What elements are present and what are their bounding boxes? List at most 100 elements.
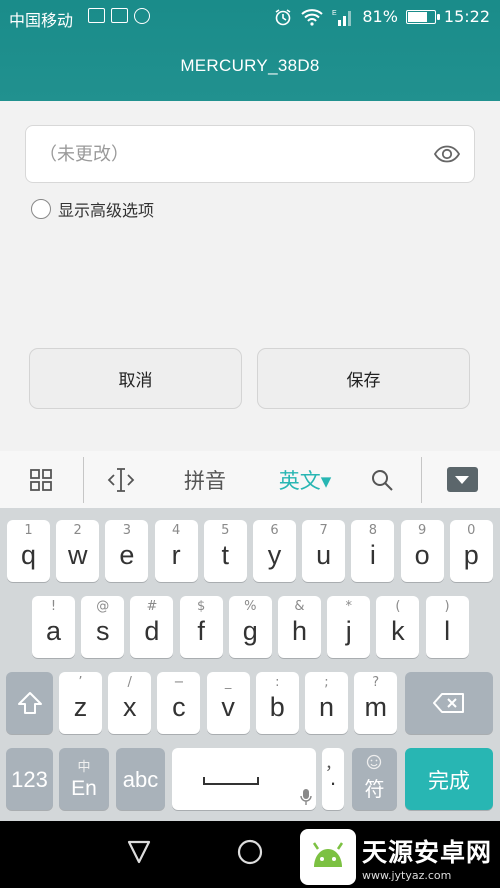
notification-icons xyxy=(88,8,150,24)
key-char: p xyxy=(463,540,479,570)
key-r[interactable]: 4r xyxy=(154,520,198,582)
ime-menu-button[interactable] xyxy=(20,451,62,508)
key-hint: # xyxy=(146,599,158,614)
english-tab[interactable]: 英文▾ xyxy=(268,451,342,508)
punctuation-key[interactable]: ， · xyxy=(322,748,344,810)
key-a[interactable]: ! a xyxy=(32,596,75,658)
hide-keyboard-button[interactable] xyxy=(446,451,478,508)
key-hint: @ xyxy=(96,599,110,614)
key-f[interactable]: $ f xyxy=(179,596,223,658)
key-hint: ! xyxy=(50,599,57,614)
space-key[interactable] xyxy=(172,748,316,810)
cancel-button[interactable]: 取消 xyxy=(29,348,242,409)
shift-key[interactable] xyxy=(6,672,53,734)
watermark-name: 天源安卓网 xyxy=(362,837,493,867)
ime-toolbar: 拼音 英文▾ xyxy=(0,451,500,508)
grid-icon xyxy=(30,468,52,491)
soft-keyboard: 123 中 En abc ， · 符 完成 1q2w3e4r5t6y7u8i9o… xyxy=(0,508,500,821)
key-g[interactable]: % g xyxy=(228,596,272,658)
cursor-icon xyxy=(107,467,135,492)
key-hint: 6 xyxy=(270,523,279,538)
advanced-options-radio[interactable] xyxy=(31,199,51,219)
key-w[interactable]: 2w xyxy=(56,520,100,582)
password-field[interactable] xyxy=(25,125,475,183)
key-hint: $ xyxy=(196,599,206,614)
key-char: w xyxy=(67,540,88,570)
key-u[interactable]: 7u xyxy=(302,520,346,582)
key-b[interactable]: :b xyxy=(255,672,299,734)
battery-level xyxy=(407,11,428,22)
key-hint: ) xyxy=(444,599,450,614)
pinyin-tab[interactable]: 拼音 xyxy=(170,451,240,508)
key-k[interactable]: (k xyxy=(376,596,420,658)
delete-key[interactable] xyxy=(405,672,493,734)
key-p[interactable]: 0p xyxy=(449,520,493,582)
key-hint: 7 xyxy=(319,523,328,538)
toolbar-divider xyxy=(83,457,84,503)
key-o[interactable]: 9o xyxy=(400,520,444,582)
smiley-icon xyxy=(366,754,382,770)
key-hint: & xyxy=(294,599,305,614)
done-key[interactable]: 完成 xyxy=(405,748,493,810)
key-d[interactable]: # d xyxy=(130,596,174,658)
watermark-url: www.jytyaz.com xyxy=(362,868,452,882)
watermark: 天源安卓网 www.jytyaz.com xyxy=(300,828,500,886)
key-e[interactable]: 3e xyxy=(105,520,149,582)
key-x[interactable]: / x xyxy=(108,672,152,734)
abc-key[interactable]: abc xyxy=(116,748,165,810)
symbols-key[interactable]: 123 xyxy=(6,748,53,810)
key-char: f xyxy=(197,616,205,646)
key-char: o xyxy=(414,540,430,570)
carrier-label: 中国移动 xyxy=(9,11,74,30)
home-icon[interactable] xyxy=(237,839,263,865)
key-hint: 1 xyxy=(24,523,33,538)
key-hint: 0 xyxy=(467,523,476,538)
symbol-key-label: 符 xyxy=(364,779,385,801)
emoji-symbol-key[interactable]: 符 xyxy=(352,748,397,810)
show-password-icon[interactable] xyxy=(434,142,460,166)
key-hint: ? xyxy=(372,675,380,690)
key-char: d xyxy=(144,616,160,646)
key-z[interactable]: ’ z xyxy=(59,672,102,734)
key-hint: ’ xyxy=(78,675,83,690)
back-icon[interactable] xyxy=(126,839,152,865)
key-j[interactable]: * j xyxy=(327,596,371,658)
key-hint: − xyxy=(173,675,185,690)
key-y[interactable]: 6y xyxy=(253,520,296,582)
key-q[interactable]: 1q xyxy=(7,520,50,582)
advanced-options-label: 显示高级选项 xyxy=(58,201,155,220)
clock: 15:22 xyxy=(443,7,490,26)
key-char: v xyxy=(221,692,235,722)
key-hint: / xyxy=(127,675,132,690)
cursor-move-button[interactable] xyxy=(96,451,146,508)
wifi-icon xyxy=(301,8,323,26)
page-title: MERCURY_38D8 xyxy=(180,56,320,75)
key-m[interactable]: ? m xyxy=(354,672,398,734)
status-bar: 中国移动 E 81% 15:22 xyxy=(0,0,500,36)
space-bar-icon xyxy=(203,777,259,785)
key-n[interactable]: ; n xyxy=(305,672,348,734)
language-key-hint: 中 xyxy=(77,760,91,775)
save-button[interactable]: 保存 xyxy=(257,348,470,409)
key-char: t xyxy=(221,540,230,570)
symbols-key-label: 123 xyxy=(11,767,48,792)
key-s[interactable]: @ s xyxy=(81,596,125,658)
password-input[interactable] xyxy=(26,126,406,182)
key-char: e xyxy=(119,540,135,570)
key-v[interactable]: _ v xyxy=(206,672,250,734)
advanced-options-toggle[interactable]: 显示高级选项 xyxy=(31,197,154,221)
key-char: i xyxy=(369,540,376,570)
key-char: b xyxy=(269,692,285,722)
key-char: g xyxy=(242,616,258,646)
key-hint: % xyxy=(244,599,257,614)
block-notification-icon xyxy=(134,8,150,24)
key-i[interactable]: 8i xyxy=(351,520,395,582)
microphone-icon xyxy=(300,789,312,805)
key-t[interactable]: 5t xyxy=(203,520,247,582)
key-h[interactable]: & h xyxy=(278,596,321,658)
key-char: c xyxy=(172,692,186,722)
language-key[interactable]: 中 En xyxy=(59,748,109,810)
key-l[interactable]: ) l xyxy=(425,596,469,658)
key-c[interactable]: − c xyxy=(157,672,201,734)
ime-search-button[interactable] xyxy=(360,451,404,508)
